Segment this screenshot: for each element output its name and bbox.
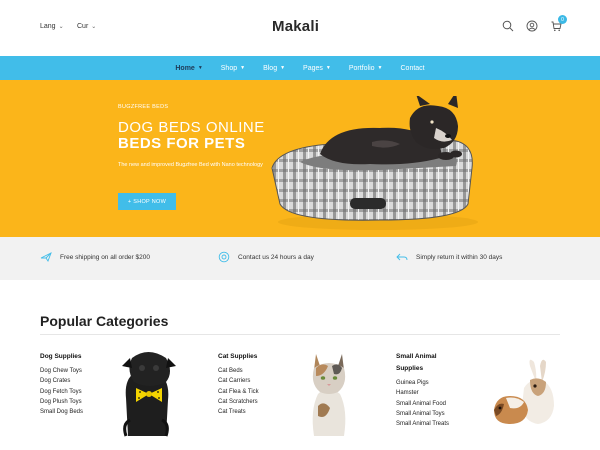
category-link[interactable]: Dog Fetch Toys — [40, 387, 83, 397]
divider — [40, 334, 560, 335]
chevron-down-icon: ▼ — [280, 65, 286, 71]
cart-count-badge: 0 — [558, 15, 567, 24]
category-link[interactable]: Dog Chew Toys — [40, 366, 83, 376]
category-link[interactable]: Dog Crates — [40, 376, 83, 386]
feature-shipping: Free shipping on all order $200 — [40, 251, 150, 263]
category-link[interactable]: Small Dog Beds — [40, 407, 83, 417]
language-label: Lang — [40, 23, 56, 30]
cart-button[interactable]: 0 — [550, 15, 567, 32]
support-icon — [218, 251, 230, 263]
nav-label: Portfolio — [348, 64, 375, 72]
main-navigation: Home ▼ Shop ▼ Blog ▼ Pages ▼ Portfolio ▼ Cont… — [0, 56, 600, 80]
category-heading-line2: Supplies — [396, 365, 424, 372]
nav-label: Blog — [263, 64, 278, 72]
chevron-down-icon: ▼ — [325, 65, 331, 71]
site-logo[interactable]: Makali — [272, 18, 319, 35]
hero-eyebrow: BUGZFREE BEDS — [118, 104, 169, 110]
feature-text: Free shipping on all order $200 — [60, 253, 150, 261]
nav-label: Contact — [400, 64, 425, 72]
logo-text: akali — [284, 18, 320, 35]
category-column-small-animals: Small Animal Supplies Guinea Pigs Hamste… — [396, 352, 449, 429]
category-link[interactable]: Dog Plush Toys — [40, 397, 83, 407]
plane-icon — [40, 252, 52, 262]
nav-label: Pages — [303, 64, 323, 72]
currency-label: Cur — [77, 23, 89, 30]
category-column-dogs: Dog Supplies Dog Chew Toys Dog Crates Do… — [40, 352, 83, 417]
feature-text: Contact us 24 hours a day — [238, 253, 314, 261]
category-heading[interactable]: Small Animal Supplies — [396, 352, 449, 373]
top-bar: Lang ⌄ Cur ⌄ Makali 0 — [0, 0, 600, 56]
category-heading[interactable]: Cat Supplies — [218, 352, 259, 361]
nav-item-blog[interactable]: Blog ▼ — [263, 65, 285, 72]
features-strip: Free shipping on all order $200 Contact … — [0, 237, 600, 280]
search-icon[interactable] — [502, 20, 514, 32]
nav-label: Shop — [220, 64, 238, 72]
chevron-down-icon: ⌄ — [58, 24, 64, 30]
nav-item-home[interactable]: Home ▼ — [175, 65, 202, 72]
category-heading[interactable]: Dog Supplies — [40, 352, 83, 361]
category-link[interactable]: Small Animal Treats — [396, 419, 449, 429]
feature-text: Simply return it within 30 days — [416, 253, 503, 261]
chevron-down-icon: ▼ — [240, 65, 246, 71]
nav-item-pages[interactable]: Pages ▼ — [303, 65, 331, 72]
feature-returns: Simply return it within 30 days — [396, 251, 502, 263]
hero-banner: BUGZFREE BEDS DOG BEDS ONLINE BEDS FOR P… — [0, 80, 600, 237]
currency-selector[interactable]: Cur ⌄ — [77, 23, 96, 30]
shop-now-button[interactable]: + SHOP NOW — [118, 193, 176, 210]
nav-label: Home — [175, 64, 195, 72]
category-column-cats: Cat Supplies Cat Beds Cat Carriers Cat F… — [218, 352, 259, 417]
category-link[interactable]: Small Animal Food — [396, 399, 449, 409]
category-heading-line1: Small Animal — [396, 353, 437, 360]
user-icon[interactable] — [526, 20, 538, 32]
cat-image — [312, 354, 346, 436]
category-link[interactable]: Small Animal Toys — [396, 409, 449, 419]
nav-item-contact[interactable]: Contact — [401, 65, 425, 72]
category-link[interactable]: Cat Carriers — [218, 376, 259, 386]
dog-bed-image — [271, 96, 478, 230]
category-link[interactable]: Cat Treats — [218, 407, 259, 417]
category-link[interactable]: Guinea Pigs — [396, 378, 449, 388]
return-icon — [396, 253, 408, 261]
nav-item-portfolio[interactable]: Portfolio ▼ — [349, 65, 383, 72]
hero-title-line1: DOG BEDS ONLINE — [118, 119, 265, 136]
category-link[interactable]: Cat Beds — [218, 366, 259, 376]
chevron-down-icon: ▼ — [197, 65, 203, 71]
rabbit-guinea-pig-image — [494, 359, 554, 424]
nav-item-shop[interactable]: Shop ▼ — [221, 65, 245, 72]
hero-description: The new and improved Bugzfree Bed with N… — [118, 162, 263, 168]
category-link[interactable]: Cat Scratchers — [218, 397, 259, 407]
chevron-down-icon: ▼ — [377, 65, 383, 71]
chevron-down-icon: ⌄ — [91, 24, 97, 30]
pug-image — [122, 352, 176, 437]
category-link[interactable]: Hamster — [396, 388, 449, 398]
feature-support: Contact us 24 hours a day — [218, 251, 314, 263]
category-link[interactable]: Cat Flea & Tick — [218, 387, 259, 397]
language-selector[interactable]: Lang ⌄ — [40, 23, 64, 30]
hero-title-line2: BEDS FOR PETS — [118, 135, 246, 152]
section-title: Popular Categories — [40, 313, 169, 329]
logo-mark: M — [272, 18, 285, 35]
